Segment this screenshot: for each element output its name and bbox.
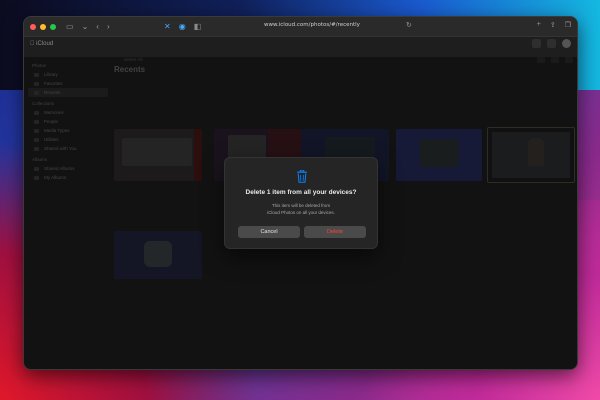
- apps-grid-icon[interactable]: [532, 39, 541, 48]
- share-icon[interactable]: ⇪: [550, 21, 556, 29]
- chevron-down-icon[interactable]: ⌄: [82, 22, 89, 31]
- app-header:  iCloud: [24, 37, 577, 51]
- reload-icon[interactable]: ↻: [406, 21, 412, 29]
- back-icon[interactable]: ‹: [96, 22, 99, 31]
- window-controls: [30, 23, 56, 30]
- toolbar-right: + ⇪ ❐: [537, 21, 571, 29]
- brand-text: iCloud: [30, 41, 53, 47]
- close-window-button[interactable]: [30, 23, 36, 30]
- tabs-overview-icon[interactable]: ❐: [565, 21, 571, 29]
- extension-icon[interactable]: ✕: [164, 22, 171, 31]
- extension-icons: ✕ ◉ ◧: [164, 22, 201, 31]
- avatar[interactable]: [562, 39, 571, 48]
- cancel-button[interactable]: Cancel: [238, 226, 300, 238]
- sidebar-toggle-icon[interactable]: ▭: [66, 22, 74, 31]
- header-actions: [532, 39, 571, 48]
- forward-icon[interactable]: ›: [107, 22, 110, 31]
- dialog-message-line: iCloud Photos on all your devices.: [267, 209, 335, 215]
- nav-controls: ▭ ⌄ ‹ ›: [66, 22, 110, 31]
- privacy-icon[interactable]: ◉: [179, 22, 186, 31]
- minimize-window-button[interactable]: [40, 23, 46, 30]
- browser-window: ▭ ⌄ ‹ › ✕ ◉ ◧ www.icloud.com/photos/#/re…: [23, 16, 578, 370]
- browser-toolbar: ▭ ⌄ ‹ › ✕ ◉ ◧ www.icloud.com/photos/#/re…: [24, 17, 577, 37]
- dialog-title: Delete 1 item from all your devices?: [245, 189, 357, 196]
- delete-button[interactable]: Delete: [304, 226, 366, 238]
- delete-confirmation-dialog: Delete 1 item from all your devices? Thi…: [224, 157, 378, 249]
- zoom-window-button[interactable]: [50, 23, 56, 30]
- address-bar[interactable]: www.icloud.com/photos/#/recently: [264, 22, 360, 28]
- shield-icon[interactable]: ◧: [194, 22, 202, 31]
- add-icon[interactable]: [547, 39, 556, 48]
- trash-icon: [297, 170, 307, 183]
- new-tab-icon[interactable]: +: [537, 21, 541, 29]
- dialog-message: This item will be deleted from iCloud Ph…: [225, 203, 377, 216]
- brand-logo[interactable]:  iCloud: [30, 41, 53, 47]
